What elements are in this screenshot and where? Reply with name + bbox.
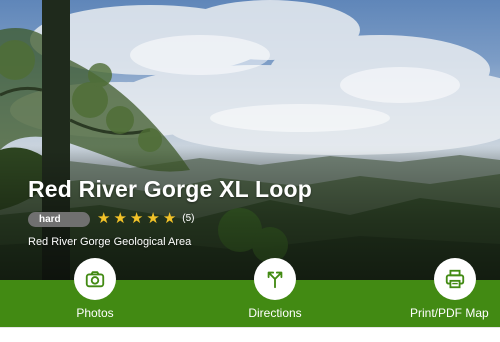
print-circle[interactable] — [434, 258, 476, 300]
printer-icon — [445, 269, 465, 289]
hero-photo[interactable]: Red River Gorge XL Loop hard ★ ★ ★ ★ ★ (… — [0, 0, 500, 280]
print-map-button[interactable]: Print/PDF Map — [400, 258, 500, 327]
action-bar: Photos Directions Print/PDF Map — [0, 258, 500, 327]
star-icon: ★ — [97, 210, 111, 227]
trail-page: Red River Gorge XL Loop hard ★ ★ ★ ★ ★ (… — [0, 0, 500, 342]
star-icon: ★ — [146, 210, 160, 227]
difficulty-badge: hard — [28, 211, 90, 227]
review-count[interactable]: (5) — [182, 211, 194, 227]
print-map-label: Print/PDF Map — [410, 306, 489, 320]
rating-stars[interactable]: ★ ★ ★ ★ ★ — [97, 211, 179, 227]
trail-title: Red River Gorge XL Loop — [28, 176, 313, 202]
content-area — [0, 327, 500, 342]
directions-label: Directions — [248, 306, 302, 320]
star-icon: ★ — [129, 210, 144, 227]
directions-circle[interactable] — [254, 258, 296, 300]
camera-icon — [85, 271, 105, 288]
photos-label: Photos — [76, 306, 114, 320]
park-link[interactable]: Red River Gorge Geological Area — [28, 236, 191, 248]
directions-button[interactable]: Directions — [220, 258, 330, 327]
photos-button[interactable]: Photos — [40, 258, 150, 327]
photos-circle[interactable] — [74, 258, 116, 300]
star-icon: ★ — [162, 210, 177, 227]
trail-meta: hard ★ ★ ★ ★ ★ (5) — [28, 211, 195, 227]
star-icon: ★ — [113, 210, 127, 227]
directions-icon — [267, 271, 283, 289]
